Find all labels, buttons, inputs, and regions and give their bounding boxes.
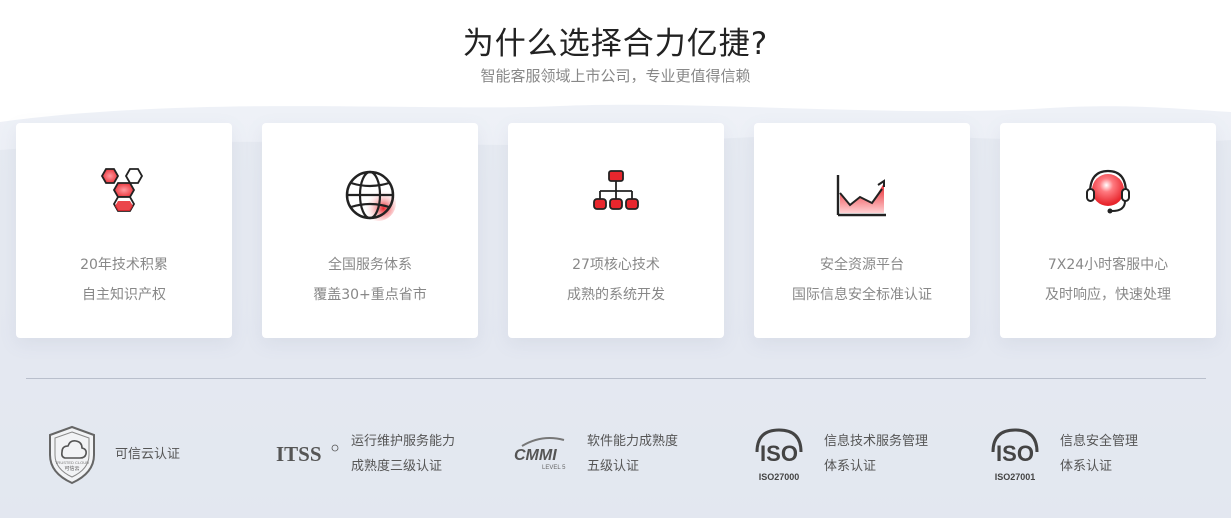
area-chart-icon	[836, 175, 886, 217]
headset-icon	[1086, 169, 1130, 214]
iso-logo: ISO ISO27001	[991, 428, 1039, 482]
logo-text: CMMI	[514, 447, 557, 464]
logo-text: 可信云	[64, 465, 79, 472]
iso-logo: ISO ISO27000	[755, 428, 803, 482]
feature-card: 7X24小时客服中心 及时响应，快速处理	[1000, 123, 1216, 338]
cert-sublabel: 体系认证	[1060, 459, 1113, 474]
logo-standard: ISO27000	[759, 472, 800, 482]
section-divider	[26, 378, 1206, 379]
trusted-cloud-shield-logo: TRUSTED CLOUD 可信云	[49, 425, 95, 485]
logo-text: ISO	[996, 441, 1034, 466]
logo-caption: TRUSTED CLOUD	[55, 460, 89, 465]
feature-card: 安全资源平台 国际信息安全标准认证	[754, 123, 970, 338]
feature-title: 27项核心技术	[572, 257, 660, 273]
certification-item: CMMI LEVEL 5 软件能力成熟度 五级认证	[512, 420, 712, 490]
certification-item: TRUSTED CLOUD 可信云 可信云认证	[46, 420, 246, 490]
cert-label: 可信云认证	[115, 447, 181, 462]
certification-item: ISO ISO27001 信息安全管理 体系认证	[989, 420, 1189, 490]
certification-item: ITSS 运行维护服务能力 成熟度三级认证	[276, 420, 476, 490]
globe-icon	[345, 170, 396, 221]
hexagon-cluster-icon	[100, 168, 144, 212]
feature-description: 自主知识产权	[82, 287, 166, 303]
cert-label: 软件能力成熟度	[587, 434, 679, 449]
logo-text: ISO	[760, 441, 798, 466]
feature-title: 全国服务体系	[328, 257, 412, 273]
feature-description: 成熟的系统开发	[567, 287, 665, 303]
cmmi-logo: CMMI LEVEL 5	[514, 437, 566, 471]
logo-standard: ISO27001	[995, 472, 1036, 482]
feature-description: 国际信息安全标准认证	[792, 287, 932, 303]
cert-sublabel: 体系认证	[824, 459, 877, 474]
feature-description: 及时响应，快速处理	[1045, 287, 1171, 303]
section-subtitle: 智能客服领域上市公司，专业更值得信赖	[480, 67, 751, 85]
cert-sublabel: 五级认证	[587, 459, 640, 474]
feature-title: 安全资源平台	[820, 257, 904, 273]
cert-sublabel: 成熟度三级认证	[351, 459, 443, 474]
cert-label: 信息技术服务管理	[824, 434, 929, 449]
feature-card: 全国服务体系 覆盖30+重点省市	[262, 123, 478, 338]
certification-list: TRUSTED CLOUD 可信云 可信云认证 ITSS 运行维护服务能力 成熟…	[0, 420, 1231, 490]
org-tree-icon	[593, 170, 639, 210]
logo-level: LEVEL 5	[542, 465, 566, 471]
itss-logo: ITSS	[276, 442, 339, 464]
certification-item: ISO ISO27000 信息技术服务管理 体系认证	[753, 420, 953, 490]
section-header: 为什么选择合力亿捷? 智能客服领域上市公司，专业更值得信赖	[0, 22, 1231, 86]
feature-title: 20年技术积累	[80, 257, 168, 273]
feature-cards: 20年技术积累 自主知识产权 全国服务体系 覆盖30+重点省市 27项核心技术 …	[16, 123, 1231, 338]
feature-card: 27项核心技术 成熟的系统开发	[508, 123, 724, 338]
logo-text: ITSS	[276, 442, 322, 464]
feature-title: 7X24小时客服中心	[1047, 257, 1169, 273]
feature-card: 20年技术积累 自主知识产权	[16, 123, 232, 338]
cert-label: 运行维护服务能力	[351, 434, 456, 449]
cert-label: 信息安全管理	[1060, 434, 1139, 449]
feature-description: 覆盖30+重点省市	[313, 287, 427, 303]
section-title: 为什么选择合力亿捷?	[462, 26, 769, 62]
